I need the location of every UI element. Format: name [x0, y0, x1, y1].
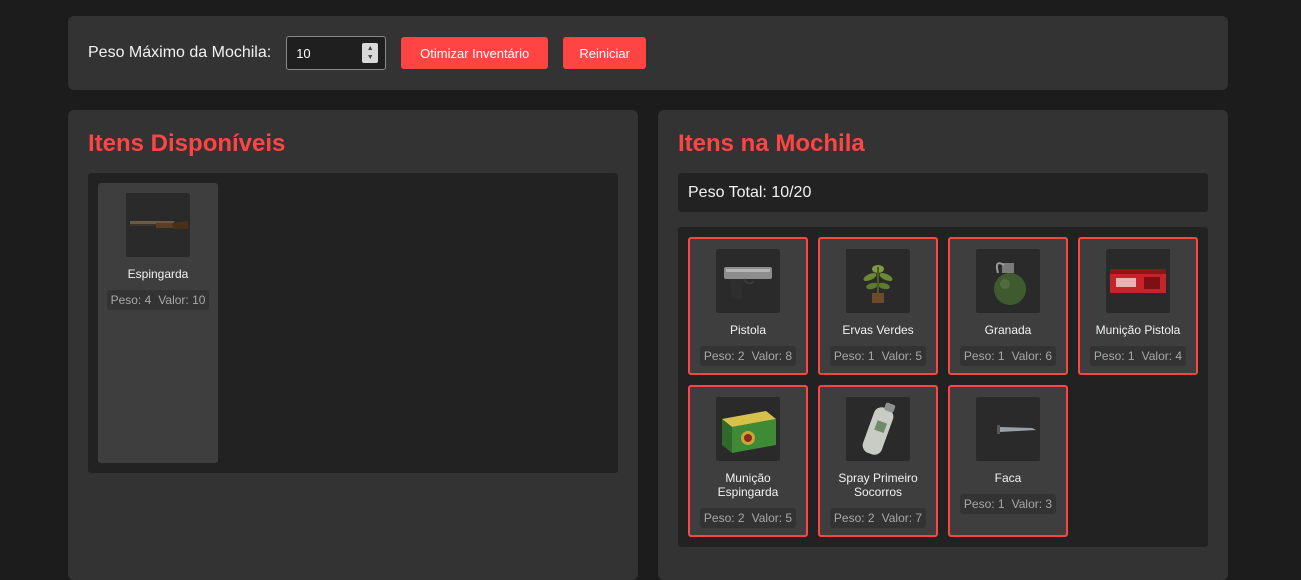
pistol-ammo-icon [1106, 249, 1170, 313]
item-name: Spray Primeiro Socorros [838, 471, 918, 499]
total-weight-bar: Peso Total: 10/20 [678, 173, 1208, 212]
optimize-inventory-button[interactable]: Otimizar Inventário [401, 37, 549, 69]
item-value: Valor: 3 [1011, 497, 1053, 511]
item-name: Ervas Verdes [842, 323, 914, 337]
shotgun-icon [126, 193, 190, 257]
item-stats: Peso: 2 Valor: 7 [829, 508, 927, 528]
chevron-up-icon[interactable]: ▲ [367, 44, 374, 53]
item-weight: Peso: 1 [833, 349, 875, 363]
item-stats: Peso: 1 Valor: 4 [1089, 346, 1187, 366]
item-weight: Peso: 2 [703, 349, 745, 363]
first-aid-spray-icon [846, 397, 910, 461]
item-card-ervas-verdes[interactable]: Ervas Verdes Peso: 1 Valor: 5 [818, 237, 938, 375]
item-card-faca[interactable]: Faca Peso: 1 Valor: 3 [948, 385, 1068, 537]
max-weight-label: Peso Máximo da Mochila: [88, 44, 272, 61]
item-name: Faca [994, 471, 1022, 485]
item-value: Valor: 4 [1141, 349, 1183, 363]
item-stats: Peso: 2 Valor: 5 [699, 508, 797, 528]
item-weight: Peso: 4 [110, 293, 152, 307]
backpack-title: Itens na Mochila [678, 130, 865, 157]
item-card-municao-pistola[interactable]: Munição Pistola Peso: 1 Valor: 4 [1078, 237, 1198, 375]
item-value: Valor: 5 [881, 349, 923, 363]
item-card-pistola[interactable]: Pistola Peso: 2 Valor: 8 [688, 237, 808, 375]
toolbar: Peso Máximo da Mochila: 10 ▲ ▼ Otimizar … [68, 16, 1228, 90]
herb-icon [846, 249, 910, 313]
item-weight: Peso: 1 [963, 349, 1005, 363]
item-stats: Peso: 1 Valor: 5 [829, 346, 927, 366]
backpack-items-list: Pistola Peso: 2 Valor: 8 Ervas Verdes Pe… [678, 227, 1208, 547]
item-name: Pistola [729, 323, 767, 337]
available-items-panel: Itens Disponíveis Espingarda Peso: 4 Val… [68, 110, 638, 580]
backpack-panel: Itens na Mochila Peso Total: 10/20 Pisto… [658, 110, 1228, 580]
item-stats: Peso: 2 Valor: 8 [699, 346, 797, 366]
item-value: Valor: 6 [1011, 349, 1053, 363]
item-name: Munição Pistola [1095, 323, 1181, 337]
knife-icon [976, 397, 1040, 461]
available-items-list: Espingarda Peso: 4 Valor: 10 [88, 173, 618, 473]
grenade-icon [976, 249, 1040, 313]
pistol-icon [716, 249, 780, 313]
item-name: Munição Espingarda [717, 471, 779, 499]
item-card-spray-primeiro-socorros[interactable]: Spray Primeiro Socorros Peso: 2 Valor: 7 [818, 385, 938, 537]
item-value: Valor: 5 [751, 511, 793, 525]
total-weight-text: Peso Total: 10/20 [688, 183, 812, 201]
max-weight-value: 10 [296, 45, 311, 61]
available-items-title: Itens Disponíveis [88, 130, 286, 157]
max-weight-input[interactable]: 10 ▲ ▼ [286, 36, 387, 70]
reset-button[interactable]: Reiniciar [563, 37, 647, 69]
item-weight: Peso: 2 [833, 511, 875, 525]
chevron-down-icon[interactable]: ▼ [367, 53, 374, 62]
item-stats: Peso: 4 Valor: 10 [106, 290, 210, 310]
item-weight: Peso: 1 [963, 497, 1005, 511]
item-card-granada[interactable]: Granada Peso: 1 Valor: 6 [948, 237, 1068, 375]
number-spinner[interactable]: ▲ ▼ [362, 43, 379, 63]
item-name: Espingarda [127, 267, 189, 281]
item-value: Valor: 8 [751, 349, 793, 363]
item-name: Granada [984, 323, 1032, 337]
item-stats: Peso: 1 Valor: 6 [959, 346, 1057, 366]
shotgun-ammo-icon [716, 397, 780, 461]
item-weight: Peso: 1 [1093, 349, 1135, 363]
item-weight: Peso: 2 [703, 511, 745, 525]
item-card-municao-espingarda[interactable]: Munição Espingarda Peso: 2 Valor: 5 [688, 385, 808, 537]
item-card-espingarda[interactable]: Espingarda Peso: 4 Valor: 10 [98, 183, 218, 463]
item-value: Valor: 10 [158, 293, 206, 307]
item-value: Valor: 7 [881, 511, 923, 525]
item-stats: Peso: 1 Valor: 3 [959, 494, 1057, 514]
